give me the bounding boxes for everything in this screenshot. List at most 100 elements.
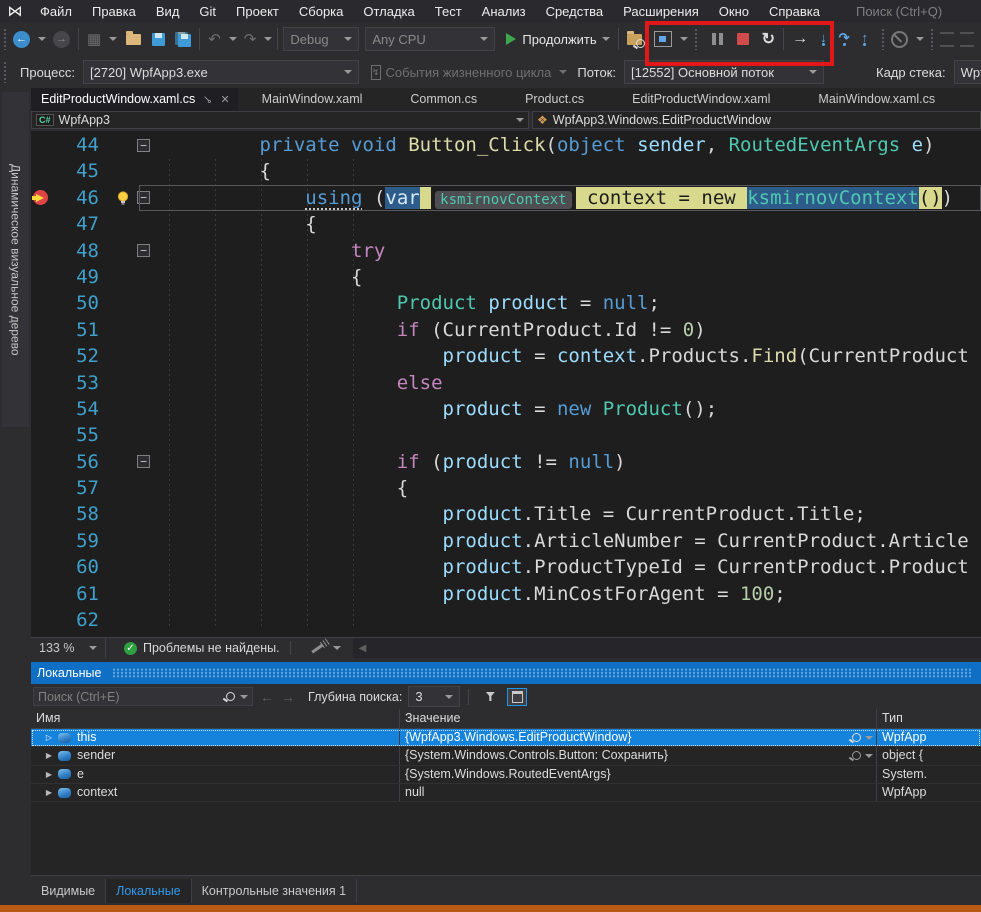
new-project-button[interactable]: ▦ (84, 27, 104, 51)
project-dropdown[interactable]: C# WpfApp3 (31, 111, 529, 129)
new-project-dropdown[interactable] (109, 37, 117, 41)
uncomment-button[interactable] (957, 27, 977, 51)
collapse-box-icon[interactable]: − (137, 191, 150, 204)
document-tab[interactable]: Common.cs (386, 88, 501, 111)
breakpoints-dropdown[interactable] (916, 37, 924, 41)
breakpoint-gutter[interactable] (31, 554, 53, 580)
restart-button[interactable]: ↻ (759, 27, 778, 51)
breakpoint-gutter[interactable] (31, 290, 53, 316)
document-tab[interactable]: Product.cs (501, 88, 608, 111)
save-button[interactable] (149, 27, 168, 51)
document-tab[interactable]: ksmirn (959, 88, 981, 111)
navigate-forward-button[interactable]: → (50, 27, 73, 51)
fold-toggle[interactable]: − (137, 238, 168, 264)
visualizer-magnifier-button[interactable] (852, 733, 873, 742)
toolbar-overflow-dropdown[interactable] (680, 37, 688, 41)
lifecycle-events-dropdown[interactable] (559, 70, 567, 74)
type-dropdown[interactable]: ❖ WpfApp3.Windows.EditProductWindow (532, 111, 981, 129)
fold-toggle[interactable]: − (137, 449, 168, 475)
tool-window-tab[interactable]: Видимые (31, 879, 106, 903)
menu-item[interactable]: Правка (82, 2, 146, 21)
document-tab[interactable]: MainWindow.xaml.cs (794, 88, 959, 111)
variable-row[interactable]: ▶e{System.Windows.RoutedEventArgs}System… (31, 766, 981, 784)
visualizer-magnifier-button[interactable] (852, 751, 873, 760)
breakpoint-gutter[interactable] (31, 158, 53, 184)
collapse-box-icon[interactable]: − (137, 139, 150, 152)
menu-item[interactable]: Анализ (472, 2, 536, 21)
menu-item[interactable]: Git (189, 2, 226, 21)
expand-icon[interactable]: ▶ (42, 784, 56, 801)
step-over-button[interactable]: ↷ (836, 27, 853, 51)
collapse-box-icon[interactable]: − (137, 455, 150, 468)
save-all-button[interactable] (172, 27, 194, 51)
solution-configuration-select[interactable]: Debug (283, 27, 359, 51)
process-select[interactable]: [2720] WpfApp3.exe (83, 60, 359, 84)
breakpoint-gutter[interactable] (31, 238, 53, 264)
menu-item[interactable]: Отладка (353, 2, 424, 21)
find-in-files-button[interactable] (624, 27, 645, 51)
breakpoint-gutter[interactable] (31, 581, 53, 607)
toolbar-grip[interactable] (3, 28, 7, 50)
collapse-box-icon[interactable]: − (137, 244, 150, 257)
column-header-type[interactable]: Тип (877, 709, 981, 728)
fold-toggle[interactable]: − (137, 185, 168, 211)
pin-icon[interactable]: ⊸ (200, 91, 216, 107)
expand-icon[interactable]: ▷ (42, 729, 56, 746)
search-depth-select[interactable]: 3 (408, 686, 460, 707)
variable-row[interactable]: ▷this{WpfApp3.Windows.EditProductWindow}… (31, 729, 981, 747)
tool-window-tab[interactable]: Локальные (106, 879, 192, 903)
toggle-formatting-icon[interactable] (507, 688, 527, 706)
show-next-statement-button[interactable]: → (789, 27, 811, 51)
continue-button[interactable]: Продолжить (503, 27, 612, 51)
menu-item[interactable]: Файл (30, 2, 82, 21)
variable-row[interactable]: ▶sender{System.Windows.Controls.Button: … (31, 747, 981, 765)
scroll-left-icon[interactable]: ◀ (359, 643, 367, 654)
solution-explorer-button[interactable] (651, 27, 675, 51)
breakpoint-gutter[interactable] (31, 449, 53, 475)
breakpoint-gutter[interactable] (31, 422, 53, 448)
breakpoint-current-statement-icon[interactable] (31, 185, 53, 211)
menu-item[interactable]: Проект (226, 2, 289, 21)
breakpoint-gutter[interactable] (31, 211, 53, 237)
search-next-icon[interactable]: → (281, 689, 295, 705)
breakpoint-gutter[interactable] (31, 343, 53, 369)
code-cleanup-dropdown[interactable] (333, 646, 341, 650)
navigate-back-dropdown[interactable] (38, 37, 46, 41)
breakpoint-gutter[interactable] (31, 370, 53, 396)
lifecycle-events-label[interactable]: События жизненного цикла (386, 65, 552, 80)
breakpoint-gutter[interactable] (31, 317, 53, 343)
lightbulb-icon[interactable] (115, 185, 137, 211)
redo-button[interactable]: ↷ (241, 27, 260, 51)
navigate-back-button[interactable]: ← (10, 27, 33, 51)
column-header-value[interactable]: Значение (400, 709, 877, 728)
column-header-name[interactable]: Имя (31, 709, 400, 728)
menu-item[interactable]: Тест (425, 2, 472, 21)
menu-item[interactable]: Окно (709, 2, 759, 21)
stop-debugging-button[interactable] (734, 27, 752, 51)
search-prev-icon[interactable]: ← (260, 689, 274, 705)
tool-window-tab[interactable]: Контрольные значения 1 (192, 879, 357, 903)
thread-select[interactable]: [12552] Основной поток (624, 60, 824, 84)
search-options-dropdown[interactable] (240, 695, 248, 699)
expand-icon[interactable]: ▶ (42, 766, 56, 783)
flag-filter-icon[interactable] (481, 689, 499, 705)
menu-item[interactable]: Сборка (289, 2, 354, 21)
menu-item[interactable]: Вид (146, 2, 190, 21)
expand-icon[interactable]: ▶ (42, 747, 56, 764)
locals-panel-titlebar[interactable]: Локальные (31, 662, 981, 684)
breakpoint-gutter[interactable] (31, 396, 53, 422)
zoom-level-select[interactable]: 133 % (31, 638, 106, 658)
menu-item[interactable]: Средства (536, 2, 614, 21)
document-tab[interactable]: EditProductWindow.xaml.cs⊸✕ (31, 88, 238, 111)
code-editor[interactable]: 44− private void Button_Click(object sen… (31, 131, 981, 637)
document-tab[interactable]: EditProductWindow.xaml (608, 88, 794, 111)
document-tab[interactable]: MainWindow.xaml (238, 88, 387, 111)
quick-search-input[interactable]: Поиск (Ctrl+Q) (856, 4, 981, 19)
stack-frame-select[interactable]: WpfApp3.Windows.Ed (954, 60, 981, 84)
close-icon[interactable]: ✕ (220, 93, 229, 106)
step-into-button[interactable]: ↓ (817, 27, 830, 51)
horizontal-scrollbar[interactable]: ◀ (353, 638, 981, 658)
breakpoint-gutter[interactable] (31, 607, 53, 633)
comment-button[interactable] (937, 27, 957, 51)
fold-toggle[interactable]: − (137, 132, 168, 158)
